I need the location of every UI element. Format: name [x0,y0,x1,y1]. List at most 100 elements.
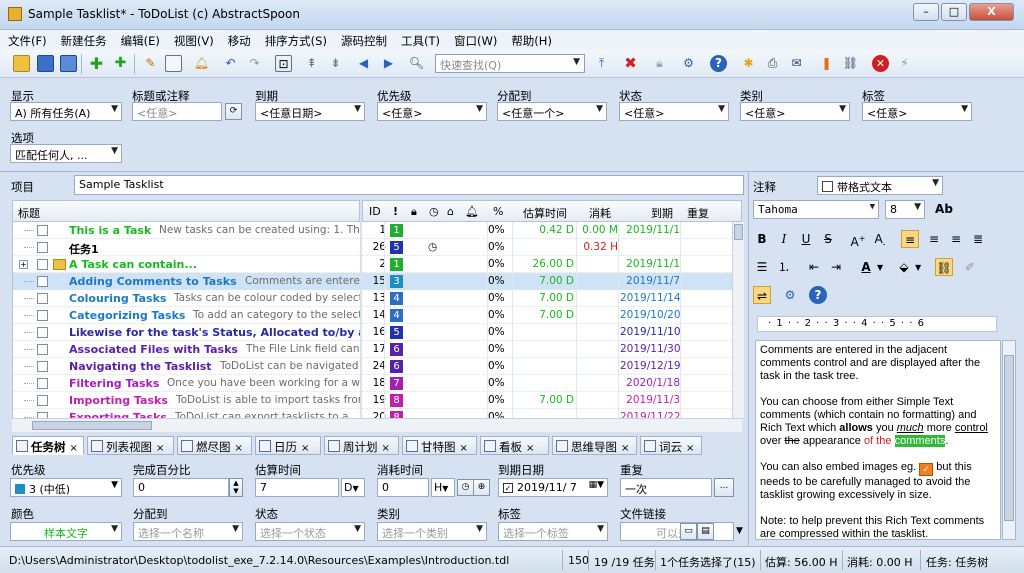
task-done-checkbox[interactable] [37,310,48,321]
star-icon[interactable]: ✱ [740,55,757,72]
tab-close-icon[interactable]: × [686,443,694,454]
box-column-icon[interactable]: ⌂ [447,205,454,218]
tab-gantt[interactable]: 甘特图 × [402,436,477,455]
task-title[interactable]: Filtering Tasks [69,377,159,390]
undo-icon[interactable]: ↶ [222,55,239,72]
delete-icon[interactable]: ✖ [622,55,639,72]
task-done-checkbox[interactable] [37,276,48,287]
task-title[interactable]: A Task can contain... [69,258,197,271]
menu-new-task[interactable]: 新建任务 [53,30,113,49]
task-row[interactable]: Associated Files with Tasks The File Link… [13,341,360,358]
notes-help-icon[interactable]: ? [809,286,827,304]
move-right-icon[interactable]: ▶ [380,55,397,72]
tag-filter-select[interactable]: <任意> ▼ [862,102,972,121]
horizontal-scrollbar[interactable] [12,418,742,432]
task-priority-badge[interactable]: 8 [390,411,403,418]
notes-settings-icon[interactable]: ⚙ [781,286,799,304]
priority-filter-select[interactable]: <任意> ▼ [377,102,487,121]
task-row[interactable]: Colouring Tasks Tasks can be colour coded… [13,290,360,307]
task-grid-row[interactable]: 2 1 0% 26.00 D 2019/11/1 [362,256,732,273]
task-title[interactable]: Navigating the Tasklist [69,360,212,373]
task-row[interactable]: Adding Comments to Tasks Comments are ent… [13,273,360,290]
font-dialog-icon[interactable]: Ab [935,200,953,218]
menu-source-control[interactable]: 源码控制 [333,30,393,49]
tab-calendar[interactable]: 日历 × [255,436,321,455]
menu-view[interactable]: 视图(V) [166,30,220,49]
task-title[interactable]: Associated Files with Tasks [69,343,238,356]
wrap-icon[interactable]: ⛓ [935,258,953,276]
task-done-checkbox[interactable] [37,327,48,338]
fill-color-dropdown-icon[interactable]: ▼ [915,263,921,272]
menu-move[interactable]: 移动 [220,30,257,49]
move-left-icon[interactable]: ◀ [355,55,372,72]
outdent-icon[interactable]: ⇤ [805,258,823,276]
flash-icon[interactable]: ⚡ [896,55,913,72]
project-name-input[interactable]: Sample Tasklist [74,175,744,195]
percent-column-header[interactable]: % [493,205,503,218]
task-done-checkbox[interactable] [37,259,48,270]
lock-icon[interactable]: 🔒︎ [651,55,668,72]
recur-input[interactable]: 一次 [620,478,712,497]
stop-icon[interactable]: ✕ [872,55,889,72]
align-center-icon[interactable]: ≡ [925,230,943,248]
task-grid-row[interactable]: 16 5 0% 2019/11/10 [362,324,732,341]
maximize-button[interactable]: □ [941,3,967,21]
task-grid-row[interactable]: 14 4 0% 7.00 D 2019/10/20 [362,307,732,324]
close-button[interactable]: X [969,3,1014,21]
task-grid-row[interactable]: 17 6 0% 2019/11/30 [362,341,732,358]
task-priority-badge[interactable]: 8 [390,394,403,407]
due-date-picker[interactable]: ✓ 2019/11/ 7 ▦▼ [498,478,608,497]
menu-edit[interactable]: 编辑(E) [113,30,166,49]
tag-select[interactable]: 选择一个标签 ▼ [498,522,608,541]
link-icon[interactable]: ⛓ [842,55,859,72]
tab-close-icon[interactable]: × [382,443,390,454]
minimize-button[interactable]: – [913,3,939,21]
comments-editor[interactable]: Comments are entered in the adjacent com… [755,340,1001,540]
text-color-icon[interactable]: A [857,258,875,276]
estimate-column-header[interactable]: 估算时间 [523,205,567,221]
align-left-icon[interactable]: ≡ [901,230,919,248]
bookmark-icon[interactable]: ❚ [818,55,835,72]
menu-sort[interactable]: 排序方式(S) [257,30,333,49]
align-right-icon[interactable]: ≡ [947,230,965,248]
task-row[interactable]: + A Task can contain... [13,256,360,273]
reminder-bell-icon[interactable]: 🔔︎ [193,55,210,72]
menu-file[interactable]: 文件(F) [0,30,53,49]
task-row[interactable]: Exporting Tasks ToDoList can export taskl… [13,409,360,418]
tab-close-icon[interactable]: × [235,443,243,454]
refresh-filter-button[interactable]: ⟳ [225,103,242,120]
task-title[interactable]: Importing Tasks [69,394,168,407]
tab-tree[interactable]: 任务树 × [12,436,84,455]
title-column-header[interactable]: 标题 [18,205,40,221]
redo-icon[interactable]: ↷ [246,55,263,72]
tab-weekplan[interactable]: 周计划 × [324,436,399,455]
menu-window[interactable]: 窗口(W) [446,30,503,49]
ruler[interactable]: · 1 · · 2 · · 3 · · 4 · · 5 · · 6 [757,316,997,332]
settings-gear-icon[interactable]: ⚙ [680,55,697,72]
status-filter-select[interactable]: <任意> ▼ [619,102,729,121]
clock-column-icon[interactable]: ◷ [429,205,439,218]
color-select[interactable]: 样本文字 ▼ [10,522,122,541]
task-priority-badge[interactable]: 3 [390,275,403,288]
task-title[interactable]: Likewise for the task's Status, Allocate… [69,326,360,339]
task-priority-badge[interactable]: 6 [390,360,403,373]
options-filter-select[interactable]: 匹配任何人, ... ▼ [10,144,122,163]
fit-icon[interactable]: ⊡ [275,55,292,72]
task-row[interactable]: Importing Tasks ToDoList is able to impor… [13,392,360,409]
new-task-icon[interactable]: ✚ [88,55,105,72]
status-select[interactable]: 选择一个状态 ▼ [255,522,365,541]
new-subtask-icon[interactable]: ✚ [112,55,129,72]
save-all-icon[interactable] [60,55,77,72]
help-icon[interactable]: ? [710,55,727,72]
spent-input[interactable]: 0 [377,478,429,497]
tab-close-icon[interactable]: × [156,443,164,454]
recur-more-button[interactable]: ... [714,478,734,497]
expand-icon[interactable]: + [19,260,28,269]
task-title[interactable]: Adding Comments to Tasks [69,275,237,288]
open-file-icon[interactable]: ▤ [697,523,714,540]
task-done-checkbox[interactable] [37,225,48,236]
move-up-icon[interactable]: ⇞ [303,55,320,72]
estimate-input[interactable]: 7 [255,478,339,497]
menu-tools[interactable]: 工具(T) [393,30,446,49]
show-filter-select[interactable]: A) 所有任务(A) ▼ [10,102,122,121]
